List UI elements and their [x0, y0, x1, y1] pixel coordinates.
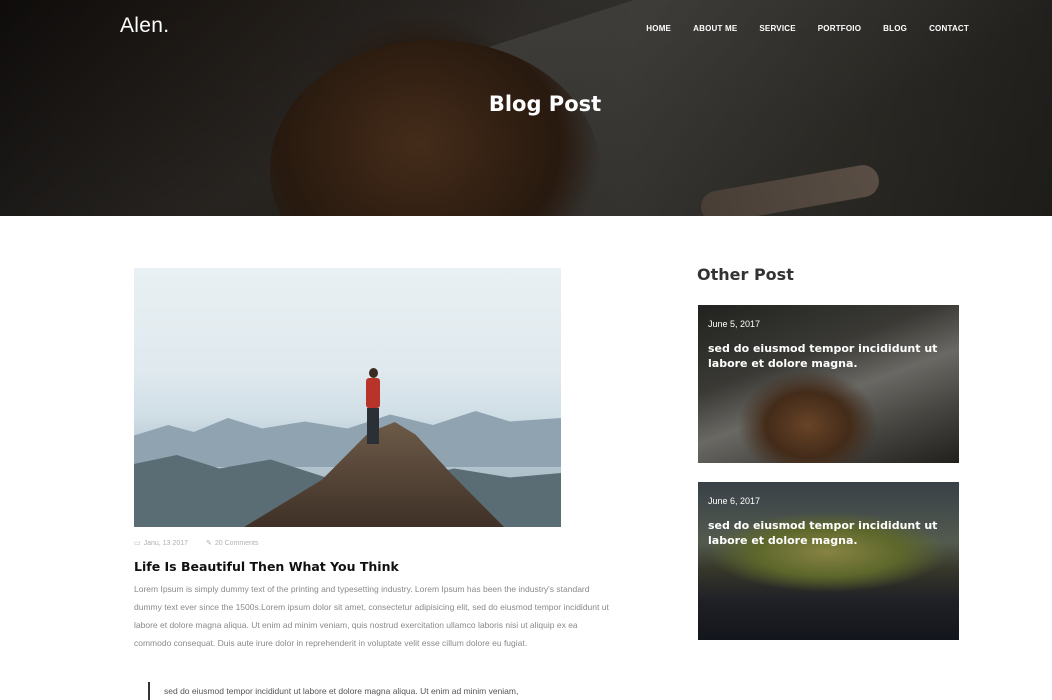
nav-home[interactable]: HOME	[646, 24, 671, 33]
post-title[interactable]: Life Is Beautiful Then What You Think	[134, 559, 399, 574]
post-quote: sed do eiusmod tempor incididunt ut labo…	[148, 682, 618, 700]
sidebar-title: Other Post	[697, 265, 794, 284]
nav-blog[interactable]: BLOG	[883, 24, 907, 33]
card-date: June 6, 2017	[708, 496, 761, 506]
card-excerpt: sed do eiusmod tempor incididunt ut labo…	[708, 519, 938, 547]
other-post-card[interactable]: June 6, 2017 sed do eiusmod tempor incid…	[698, 482, 959, 640]
post-meta: ▭ Janu, 13 2017 ✎ 20 Comments	[134, 539, 258, 547]
card-date: June 5, 2017	[708, 319, 761, 329]
post-body: Lorem Ipsum is simply dummy text of the …	[134, 584, 609, 648]
nav-service[interactable]: SERVICE	[759, 24, 795, 33]
card-excerpt: sed do eiusmod tempor incididunt ut labo…	[708, 342, 938, 370]
nav-portfolio[interactable]: PORTFOIO	[818, 24, 861, 33]
post-image-hiker	[365, 368, 381, 448]
main-nav: HOME ABOUT ME SERVICE PORTFOIO BLOG CONT…	[624, 24, 969, 33]
post-comments[interactable]: ✎ 20 Comments	[206, 539, 258, 547]
nav-about-me[interactable]: ABOUT ME	[693, 24, 737, 33]
page-title: Blog Post	[488, 92, 602, 116]
other-post-card[interactable]: June 5, 2017 sed do eiusmod tempor incid…	[698, 305, 959, 463]
nav-contact[interactable]: CONTACT	[929, 24, 969, 33]
post-date: ▭ Janu, 13 2017	[134, 540, 188, 547]
comment-icon: ✎	[206, 540, 212, 547]
site-logo[interactable]: Alen.	[120, 14, 169, 38]
post-image	[134, 268, 561, 527]
calendar-icon: ▭	[134, 540, 141, 547]
hero-banner: Alen. HOME ABOUT ME SERVICE PORTFOIO BLO…	[0, 0, 1052, 216]
